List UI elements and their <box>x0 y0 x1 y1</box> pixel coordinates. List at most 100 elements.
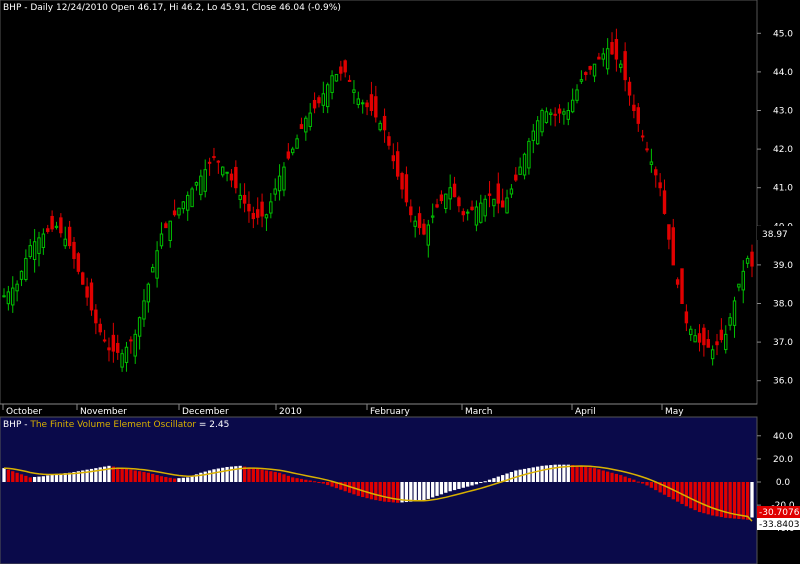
candle-up <box>28 245 32 258</box>
candle-up <box>11 287 15 306</box>
oscillator-bar <box>536 466 540 482</box>
oscillator-bar <box>461 482 465 488</box>
price-axis-tick-label: 37.0 <box>773 338 793 348</box>
candle-up <box>181 201 186 210</box>
candle-down <box>623 51 627 81</box>
oscillator-bar <box>422 482 426 501</box>
candle-up <box>492 198 496 207</box>
candle-up <box>413 220 417 227</box>
candle-down <box>81 272 85 285</box>
candle-up <box>745 257 750 264</box>
oscillator-bar <box>286 475 290 482</box>
oscillator-bar <box>216 468 220 482</box>
oscillator-bar <box>225 466 229 482</box>
candle-up <box>54 225 59 228</box>
date-axis-label: December <box>182 407 229 417</box>
candle-up <box>277 175 282 192</box>
candle-down <box>391 155 396 162</box>
oscillator-bar <box>321 482 325 484</box>
oscillator-bar <box>382 482 387 502</box>
oscillator-bar <box>435 482 439 496</box>
candle-up <box>728 317 732 326</box>
candle-down <box>553 113 557 116</box>
candle-up <box>430 215 435 218</box>
candle-up <box>465 211 470 214</box>
candle-down <box>256 209 260 218</box>
date-axis-label: 2010 <box>279 407 302 417</box>
oscillator-bar <box>649 482 654 488</box>
price-axis-tick-label: 36.0 <box>773 377 793 387</box>
candle-up <box>151 266 155 273</box>
oscillator-bar <box>361 482 365 498</box>
candle-down <box>658 182 662 189</box>
last-price-label: 38.97 <box>762 230 788 240</box>
oscillator-bar <box>636 481 640 483</box>
candle-down <box>470 206 474 211</box>
oscillator-bar <box>28 477 32 482</box>
oscillator-bar <box>641 482 645 484</box>
candle-up <box>531 130 535 141</box>
candle-up <box>579 79 584 82</box>
oscillator-bar <box>540 465 544 482</box>
candle-up <box>544 111 549 123</box>
oscillator-bar <box>291 477 295 482</box>
candle-up <box>360 102 365 105</box>
candle-up <box>2 295 6 298</box>
oscillator-bar <box>32 476 37 482</box>
candle-up <box>592 63 597 77</box>
oscillator-bar <box>444 482 448 493</box>
candle-down <box>417 213 422 229</box>
oscillator-bar <box>417 482 422 501</box>
oscillator-title-prefix: BHP - <box>3 420 30 430</box>
oscillator-bar <box>750 482 754 518</box>
oscillator-bar <box>387 482 391 503</box>
candle-up <box>549 112 553 115</box>
candle-up <box>649 161 654 165</box>
candle-up <box>269 201 273 214</box>
oscillator-bar <box>404 482 409 503</box>
oscillator-bar <box>706 482 710 515</box>
oscillator-bar <box>199 472 203 482</box>
candle-up <box>41 233 46 248</box>
candle-up <box>137 317 142 337</box>
oscillator-bar <box>159 476 164 482</box>
candle-up <box>159 233 164 247</box>
candle-down <box>247 203 251 212</box>
oscillator-bar <box>715 482 719 517</box>
candle-up <box>540 110 544 133</box>
oscillator-bar <box>146 472 150 482</box>
candle-up <box>15 283 19 292</box>
oscillator-bar <box>11 471 15 482</box>
candle-down <box>89 282 94 311</box>
candle-down <box>715 341 719 346</box>
oscillator-bar <box>448 482 452 492</box>
oscillator-bar <box>745 482 750 520</box>
oscillator-bar <box>229 466 234 482</box>
oscillator-bar <box>299 478 304 482</box>
candle-up <box>426 224 431 246</box>
osc-axis-tick-label: 40.0 <box>773 432 793 442</box>
oscillator-bar <box>212 469 216 482</box>
candle-up <box>124 346 129 363</box>
candle-down <box>409 206 413 216</box>
candle-up <box>168 220 172 242</box>
oscillator-bar <box>483 481 487 483</box>
oscillator-bar <box>273 471 277 482</box>
candle-down <box>457 197 461 207</box>
oscillator-bar <box>737 482 741 519</box>
candle-down <box>675 279 680 285</box>
candle-down <box>107 347 111 351</box>
price-axis-tick-label: 43.0 <box>773 107 793 117</box>
oscillator-bar <box>662 482 667 495</box>
oscillator-bar <box>155 475 159 482</box>
chart-window: 45.0 44.0 43.0 42.0 41.0 40.0 39.0 38.0 37.0 36.0… <box>0 0 800 564</box>
oscillator-bar <box>164 476 168 482</box>
oscillator-bar <box>571 465 575 482</box>
candle-down <box>439 194 444 202</box>
candle-down <box>242 194 247 204</box>
candle-up <box>199 175 203 196</box>
candle-up <box>741 270 745 291</box>
candle-up <box>120 353 124 368</box>
candle-down <box>347 79 352 82</box>
candle-down <box>251 212 256 220</box>
